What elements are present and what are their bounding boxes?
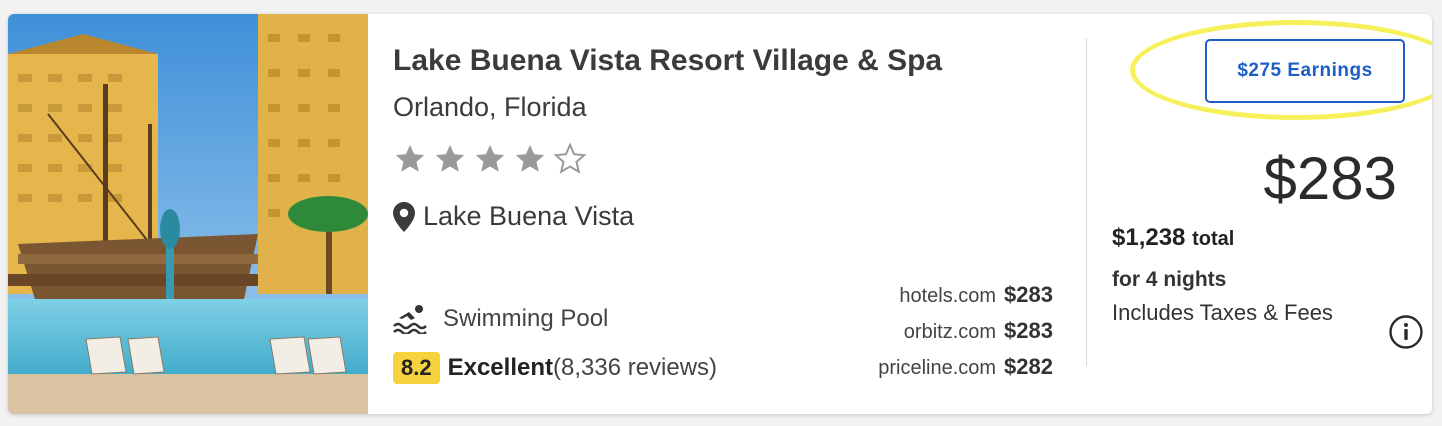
star-filled-icon: [435, 144, 465, 172]
hotel-city: Orlando, Florida: [393, 92, 587, 122]
score-label: Excellent: [447, 354, 553, 381]
hotel-photo-image: [8, 14, 368, 414]
star-outline-icon: [553, 142, 587, 174]
partner-price: $283: [1004, 318, 1053, 343]
price-panel: $275 Earnings $283 $1,238 total for 4 ni…: [1100, 14, 1432, 414]
hotel-name[interactable]: Lake Buena Vista Resort Village & Spa: [393, 44, 942, 78]
hotel-location: Lake Buena Vista: [393, 201, 634, 232]
partner-price: $283: [1004, 282, 1053, 307]
review-count[interactable]: (8,336 reviews): [553, 354, 717, 382]
swimming-icon: [393, 305, 427, 334]
hotel-card[interactable]: Lake Buena Vista Resort Village & Spa Or…: [8, 14, 1432, 414]
partner-price: $282: [1004, 354, 1053, 379]
partner-price-row[interactable]: priceline.com $282: [813, 354, 1053, 390]
partner-price-row[interactable]: hotels.com $283: [813, 282, 1053, 318]
partner-name: orbitz.com: [903, 321, 997, 343]
divider: [1086, 38, 1087, 366]
taxes-note: Includes Taxes & Fees: [1112, 300, 1333, 325]
star-filled-icon: [395, 144, 425, 172]
review-rating: 8.2 Excellent (8,336 reviews): [393, 352, 717, 384]
nights-count: for 4 nights: [1112, 268, 1227, 291]
earnings-button[interactable]: $275 Earnings: [1205, 39, 1405, 103]
partner-name: priceline.com: [878, 357, 997, 379]
nightly-price: $283: [1263, 145, 1397, 212]
info-icon[interactable]: [1388, 314, 1424, 350]
total-word: total: [1192, 228, 1235, 250]
star-filled-icon: [515, 144, 545, 172]
partner-prices: hotels.com $283 orbitz.com $283 pricelin…: [813, 282, 1053, 390]
star-filled-icon: [475, 144, 505, 172]
hotel-photo[interactable]: [8, 14, 368, 414]
amenity: Swimming Pool: [393, 304, 608, 334]
total-amount: $1,238: [1112, 224, 1186, 251]
hotel-info: Lake Buena Vista Resort Village & Spa Or…: [393, 14, 1053, 414]
score-badge: 8.2: [393, 352, 440, 384]
total-price: $1,238 total: [1112, 224, 1234, 252]
amenity-label: Swimming Pool: [443, 305, 609, 332]
location-text: Lake Buena Vista: [423, 201, 635, 231]
map-pin-icon: [393, 201, 415, 232]
partner-price-row[interactable]: orbitz.com $283: [813, 318, 1053, 354]
partner-name: hotels.com: [899, 285, 997, 307]
star-rating: [393, 142, 587, 176]
